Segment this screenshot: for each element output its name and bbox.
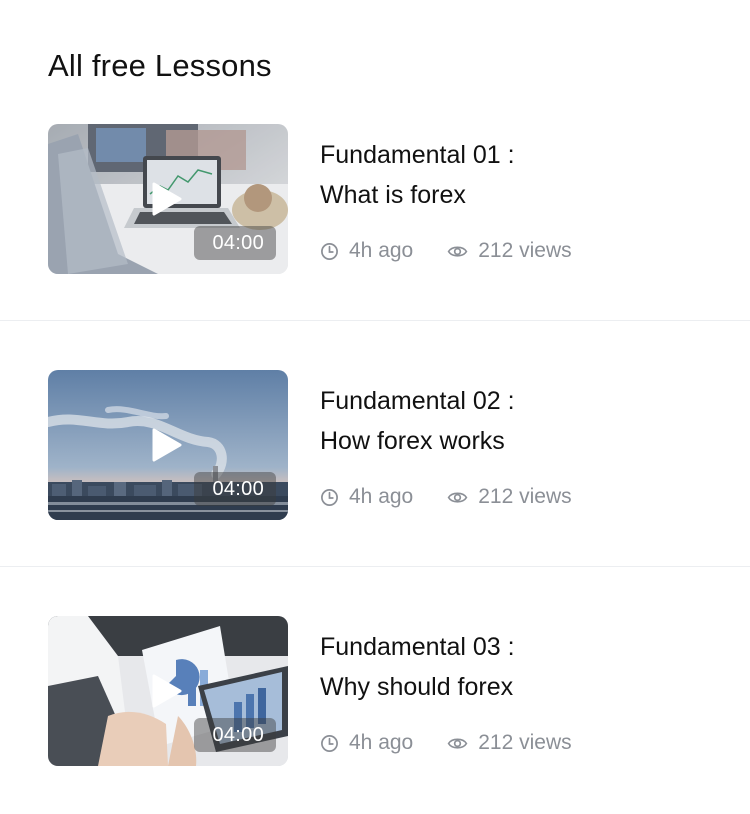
lesson-title[interactable]: Fundamental 01 : What is forex [320, 135, 720, 215]
play-icon[interactable] [152, 674, 182, 708]
clock-icon [321, 488, 338, 506]
lesson-title[interactable]: Fundamental 02 : How forex works [320, 381, 720, 461]
time-ago-text: 4h ago [349, 239, 414, 262]
lesson-item[interactable]: 04:00 Fundamental 01 : What is forex 4h … [0, 75, 750, 321]
lesson-title-line1: Fundamental 01 : [320, 141, 515, 169]
lesson-meta: 4h ago 212 views [320, 729, 572, 757]
lessons-page: All free Lessons 04:00 Fundamental 01: … [0, 0, 750, 814]
duration-badge: 04:00 [194, 226, 276, 260]
play-icon[interactable] [152, 182, 182, 216]
time-ago: 4h ago [320, 731, 413, 755]
lesson-item[interactable]: 04:00 Fundamental 03 : Why should forex … [0, 567, 750, 813]
clock-icon [321, 242, 338, 260]
view-count: 212 views [447, 485, 572, 509]
lesson-item[interactable]: 04:00 Fundamental 02 : How forex works 4… [0, 321, 750, 567]
lesson-meta: 4h ago 212 views [320, 483, 572, 511]
lesson-meta: 4h ago 212 views [320, 237, 572, 265]
lesson-thumbnail[interactable]: 04:00 [48, 370, 288, 520]
lesson-title[interactable]: Fundamental 03 : Why should forex [320, 627, 720, 707]
view-count-text: 212 views [478, 239, 572, 262]
time-ago-text: 4h ago [349, 731, 414, 754]
time-ago-text: 4h ago [349, 485, 414, 508]
lesson-title-line1: Fundamental 02 : [320, 387, 515, 415]
lesson-thumbnail[interactable]: 04:00 [48, 616, 288, 766]
view-count: 212 views [447, 239, 572, 263]
eye-icon [447, 245, 468, 257]
play-icon[interactable] [152, 428, 182, 462]
view-count-text: 212 views [478, 731, 572, 754]
lesson-title-line2: Why should forex [320, 673, 514, 701]
duration-badge: 04:00 [194, 718, 276, 752]
time-ago: 4h ago [320, 485, 413, 509]
eye-icon [447, 737, 468, 749]
eye-icon [447, 491, 468, 503]
lesson-thumbnail[interactable]: 04:00 [48, 124, 288, 274]
lesson-title-line2: What is forex [320, 181, 466, 209]
clock-icon [321, 734, 338, 752]
view-count: 212 views [447, 731, 572, 755]
lesson-title-line1: Fundamental 03 : [320, 633, 515, 661]
duration-badge: 04:00 [194, 472, 276, 506]
time-ago: 4h ago [320, 239, 413, 263]
lesson-title-line2: How forex works [320, 427, 505, 455]
view-count-text: 212 views [478, 485, 572, 508]
